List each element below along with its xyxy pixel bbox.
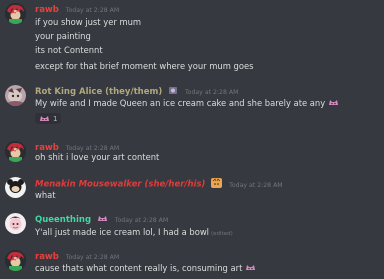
chat-message-list: rawb Today at 2:28 AM if you show just y… [0,0,384,279]
username[interactable]: Rot King Alice (they/them) [35,87,162,97]
avatar[interactable] [5,250,26,271]
message-text: cause thats what content really is, cons… [35,263,256,274]
message-text: your painting [35,31,91,41]
timestamp: Today at 2:28 AM [229,181,283,189]
message-text: if you show just yer mum [35,17,142,27]
avatar[interactable] [5,213,26,234]
avatar[interactable] [5,85,26,106]
username[interactable]: Menakin Mousewalker (she/her/his) [35,180,205,190]
message-text-content: cause thats what content really is, cons… [35,263,243,273]
timestamp: Today at 2:28 AM [114,217,169,224]
timestamp: Today at 2:28 AM [184,89,239,96]
timestamp: Today at 2:28 AM [65,145,120,152]
ice-cream-cat-emoji-icon [39,114,50,123]
timestamp: Today at 2:28 AM [65,7,120,14]
avatar[interactable] [5,141,26,162]
message-text: except for that brief moment where your … [35,61,254,71]
message-text-content: My wife and I made Queen an ice cream ca… [35,98,326,108]
badge-icon [168,86,178,95]
edited-label: (edited) [211,231,233,237]
ice-cream-cat-emoji-icon [328,98,339,107]
message-text: what [35,190,56,200]
message-text: Y'all just made ice cream lol, I had a b… [35,227,233,240]
message-text-content: Y'all just made ice cream lol, I had a b… [35,227,210,237]
ice-cream-cat-emoji-icon [97,214,108,223]
avatar[interactable] [5,3,26,24]
avatar[interactable] [5,177,26,198]
reaction-count: 1 [53,114,58,123]
message-text: My wife and I made Queen an ice cream ca… [35,98,339,109]
message-text: oh shit i love your art content [35,152,160,162]
cat-badge-icon [211,178,223,188]
username[interactable]: Queenthing [35,215,91,225]
username[interactable]: rawb [35,5,59,15]
timestamp: Today at 2:28 AM [65,254,120,261]
ice-cream-cat-emoji-icon [245,263,256,272]
message-text: its not Contennt [35,45,103,55]
reaction-button[interactable]: 1 [35,113,62,124]
username[interactable]: rawb [35,252,59,262]
